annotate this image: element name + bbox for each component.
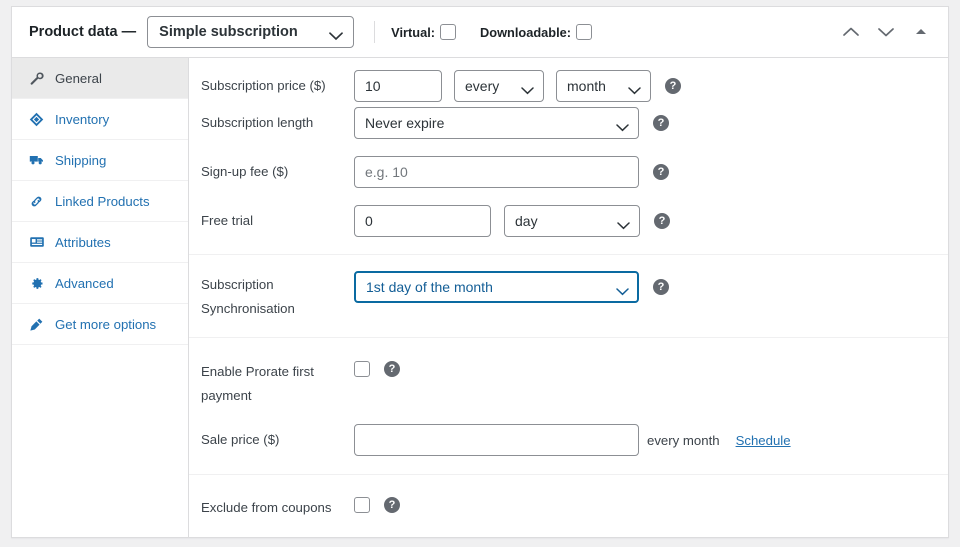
signup-fee-label: Sign-up fee ($) xyxy=(201,164,289,179)
sidebar-item-advanced[interactable]: Advanced xyxy=(12,263,188,304)
subscription-synchronisation-help-icon[interactable]: ? xyxy=(653,279,669,295)
free-trial-row: Free trial day ? xyxy=(189,205,948,254)
signup-fee-controls: ? xyxy=(354,156,669,188)
exclude-coupons-row: Exclude from coupons ? xyxy=(189,475,948,524)
sidebar-item-attributes[interactable]: Attributes xyxy=(12,222,188,263)
subscription-period-value: month xyxy=(567,78,606,94)
subscription-price-label: Subscription price ($) xyxy=(201,78,326,93)
archive-icon xyxy=(28,111,45,128)
exclude-coupons-controls: ? xyxy=(354,492,400,513)
sidebar-item-general[interactable]: General xyxy=(12,58,188,99)
signup-fee-input[interactable] xyxy=(354,156,639,188)
exclude-coupons-checkbox[interactable] xyxy=(354,497,370,513)
prorate-sale-field-group: Enable Prorate first payment ? Sale pric… xyxy=(189,338,948,475)
chevron-down-icon[interactable] xyxy=(875,21,897,43)
subscription-length-controls: Never expire ? xyxy=(354,107,669,139)
free-trial-period-value: day xyxy=(515,213,538,229)
subscription-price-controls: every month ? xyxy=(354,70,681,102)
product-type-value: Simple subscription xyxy=(159,24,298,40)
chevron-down-icon xyxy=(616,119,629,135)
prorate-label: Enable Prorate first payment xyxy=(201,364,314,403)
sale-price-input[interactable] xyxy=(354,424,639,456)
truck-icon xyxy=(28,152,45,169)
sidebar-item-get-more-options[interactable]: Get more options xyxy=(12,304,188,345)
chevron-down-icon xyxy=(628,82,641,98)
exclude-coupons-help-icon[interactable]: ? xyxy=(384,497,400,513)
exclude-coupons-label: Exclude from coupons xyxy=(201,500,332,515)
wrench-icon xyxy=(28,70,45,87)
virtual-label: Virtual: xyxy=(391,24,436,40)
chevron-down-icon xyxy=(329,29,344,45)
subscription-price-input[interactable] xyxy=(354,70,442,102)
subscription-length-help-icon[interactable]: ? xyxy=(653,115,669,131)
downloadable-label: Downloadable: xyxy=(480,24,572,40)
header-divider xyxy=(374,21,376,43)
subscription-price-row: Subscription price ($) every month xyxy=(189,58,948,107)
virtual-checkbox-row[interactable]: Virtual: xyxy=(391,24,457,40)
prorate-controls: ? xyxy=(354,356,400,377)
sale-price-schedule-link[interactable]: Schedule xyxy=(736,433,791,448)
free-trial-input[interactable] xyxy=(354,205,491,237)
subscription-price-help-icon[interactable]: ? xyxy=(665,78,681,94)
product-data-panel: Product data — Simple subscription Virtu… xyxy=(11,6,949,538)
product-data-tabs: General Inventory Shipping Linked Produc… xyxy=(12,58,189,537)
plug-icon xyxy=(28,316,45,333)
sidebar-item-label: Advanced xyxy=(55,275,114,291)
subscription-interval-value: every xyxy=(465,78,500,94)
subscription-period-select[interactable]: month xyxy=(556,70,651,102)
subscription-synchronisation-select[interactable]: 1st day of the month xyxy=(354,271,639,303)
link-icon xyxy=(28,193,45,210)
free-trial-label: Free trial xyxy=(201,213,254,228)
sale-price-suffix: every month xyxy=(647,432,720,448)
subscription-length-select[interactable]: Never expire xyxy=(354,107,639,139)
sidebar-item-label: Attributes xyxy=(55,234,111,250)
sidebar-item-inventory[interactable]: Inventory xyxy=(12,99,188,140)
synchronisation-field-group: Subscription Synchronisation 1st day of … xyxy=(189,255,948,338)
free-trial-period-select[interactable]: day xyxy=(504,205,640,237)
prorate-row: Enable Prorate first payment ? xyxy=(189,338,948,408)
chevron-up-icon[interactable] xyxy=(840,21,862,43)
coupons-field-group: Exclude from coupons ? xyxy=(189,475,948,524)
subscription-synchronisation-controls: 1st day of the month ? xyxy=(354,271,669,303)
general-fields-panel: Subscription price ($) every month xyxy=(189,58,948,537)
sidebar-item-linked-products[interactable]: Linked Products xyxy=(12,181,188,222)
panel-header-actions xyxy=(840,21,936,43)
prorate-checkbox[interactable] xyxy=(354,361,370,377)
subscription-length-value: Never expire xyxy=(365,115,445,131)
sidebar-item-label: Linked Products xyxy=(55,193,150,209)
sidebar-item-label: Inventory xyxy=(55,111,110,127)
sale-price-row: Sale price ($) every month Schedule xyxy=(189,408,948,474)
downloadable-checkbox[interactable] xyxy=(576,24,593,40)
panel-header: Product data — Simple subscription Virtu… xyxy=(12,7,948,58)
sale-price-label: Sale price ($) xyxy=(201,432,280,447)
free-trial-controls: day ? xyxy=(354,205,670,237)
subscription-synchronisation-label: Subscription Synchronisation xyxy=(201,277,295,316)
product-type-select[interactable]: Simple subscription xyxy=(147,16,355,48)
subscription-synchronisation-row: Subscription Synchronisation 1st day of … xyxy=(189,255,948,337)
gear-icon xyxy=(28,275,45,292)
subscription-length-label: Subscription length xyxy=(201,115,314,130)
sale-price-controls: every month Schedule xyxy=(354,424,791,456)
triangle-up-icon[interactable] xyxy=(910,21,932,43)
subscription-interval-select[interactable]: every xyxy=(454,70,544,102)
signup-fee-help-icon[interactable]: ? xyxy=(653,164,669,180)
signup-fee-row: Sign-up fee ($) ? xyxy=(189,156,948,205)
prorate-help-icon[interactable]: ? xyxy=(384,361,400,377)
subscription-length-row: Subscription length Never expire ? xyxy=(189,107,948,156)
sidebar-item-label: General xyxy=(55,70,102,86)
pricing-field-group: Subscription price ($) every month xyxy=(189,58,948,255)
chevron-down-icon xyxy=(521,82,534,98)
panel-body: General Inventory Shipping Linked Produc… xyxy=(12,58,948,537)
page-title: Product data — xyxy=(29,24,137,40)
subscription-synchronisation-value: 1st day of the month xyxy=(366,279,493,295)
chevron-down-icon xyxy=(616,283,629,299)
sidebar-item-label: Shipping xyxy=(55,152,107,168)
list-icon xyxy=(28,234,45,251)
chevron-down-icon xyxy=(617,217,630,233)
free-trial-help-icon[interactable]: ? xyxy=(654,213,670,229)
virtual-checkbox[interactable] xyxy=(440,24,457,40)
sidebar-item-shipping[interactable]: Shipping xyxy=(12,140,188,181)
sidebar-item-label: Get more options xyxy=(55,316,157,332)
downloadable-checkbox-row[interactable]: Downloadable: xyxy=(480,24,593,40)
